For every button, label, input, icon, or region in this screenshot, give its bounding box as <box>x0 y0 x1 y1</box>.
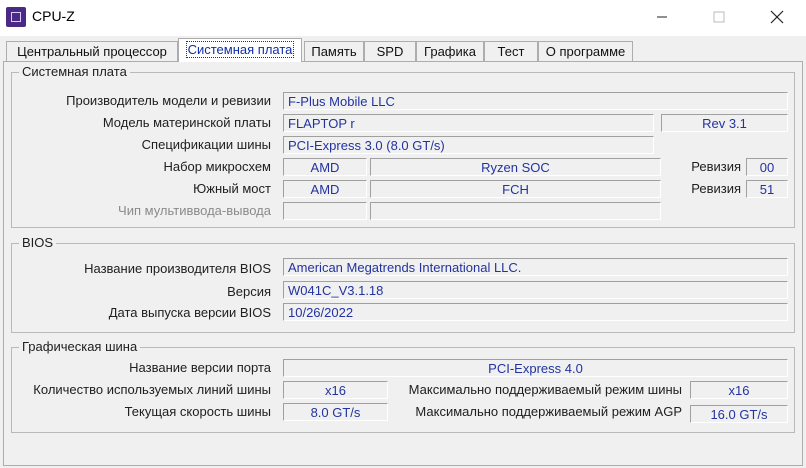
tab-memory[interactable]: Память <box>304 41 364 61</box>
tab-mainboard-label: Системная плата <box>185 41 295 58</box>
manufacturer-field: F-Plus Mobile LLC <box>283 92 788 110</box>
tab-spd[interactable]: SPD <box>364 41 416 61</box>
tab-graphics[interactable]: Графика <box>416 41 484 61</box>
bus-lanes-field: x16 <box>283 381 388 399</box>
max-bus-mode-field: x16 <box>690 381 788 399</box>
bios-brand-field: American Megatrends International LLC. <box>283 258 788 276</box>
chipset-revision-field: 00 <box>746 158 788 176</box>
bios-date-label: Дата выпуска версии BIOS <box>108 305 271 320</box>
window-title: CPU-Z <box>32 8 75 24</box>
southbridge-model-field: FCH <box>370 180 661 198</box>
chipset-label: Набор микросхем <box>163 159 271 174</box>
tab-mainboard[interactable]: Системная плата <box>178 38 302 62</box>
bios-version-field: W041C_V3.1.18 <box>283 281 788 299</box>
motherboard-group-title: Системная плата <box>19 64 130 80</box>
bios-version-label: Версия <box>227 284 271 299</box>
maximize-button[interactable] <box>690 0 748 34</box>
cpu-z-app-icon <box>6 7 26 27</box>
southbridge-vendor-field: AMD <box>283 180 367 198</box>
model-field: FLAPTOP r <box>283 114 654 132</box>
max-agp-mode-field: 16.0 GT/s <box>690 405 788 423</box>
bus-speed-field: 8.0 GT/s <box>283 403 388 421</box>
tab-about[interactable]: О программе <box>538 41 633 61</box>
bus-lanes-label: Количество используемых линий шины <box>33 382 271 397</box>
manufacturer-label: Производитель модели и ревизии <box>66 93 271 108</box>
lpcio-model-field <box>370 202 661 220</box>
max-bus-mode-label: Максимально поддерживаемый режим шины <box>408 382 682 397</box>
bus-spec-label: Спецификации шины <box>141 137 271 152</box>
graphic-interface-group-title: Графическая шина <box>19 339 141 355</box>
chipset-revision-label: Ревизия <box>691 159 741 174</box>
minimize-button[interactable] <box>633 0 691 34</box>
bios-group-title: BIOS <box>19 235 57 251</box>
max-agp-mode-label: Максимально поддерживаемый режим AGP <box>415 404 682 419</box>
close-button[interactable] <box>748 0 806 34</box>
tab-bench[interactable]: Тест <box>484 41 538 61</box>
lpcio-label: Чип мультиввода-вывода <box>118 203 271 218</box>
chipset-vendor-field: AMD <box>283 158 367 176</box>
southbridge-revision-field: 51 <box>746 180 788 198</box>
bus-spec-field: PCI-Express 3.0 (8.0 GT/s) <box>283 136 654 154</box>
southbridge-label: Южный мост <box>193 181 271 196</box>
bios-brand-label: Название производителя BIOS <box>84 261 271 276</box>
port-version-label: Название версии порта <box>129 360 271 375</box>
southbridge-revision-label: Ревизия <box>691 181 741 196</box>
lpcio-vendor-field <box>283 202 367 220</box>
model-label: Модель материнской платы <box>102 115 271 130</box>
minimize-icon <box>657 16 667 18</box>
tab-cpu[interactable]: Центральный процессор <box>6 41 178 61</box>
title-bar: CPU-Z <box>0 0 806 36</box>
model-revision-field: Rev 3.1 <box>661 114 788 132</box>
port-version-field: PCI-Express 4.0 <box>283 359 788 377</box>
bus-speed-label: Текущая скорость шины <box>124 404 271 419</box>
bios-date-field: 10/26/2022 <box>283 303 788 321</box>
close-icon <box>770 10 784 24</box>
chipset-model-field: Ryzen SOC <box>370 158 661 176</box>
maximize-icon <box>713 11 725 23</box>
